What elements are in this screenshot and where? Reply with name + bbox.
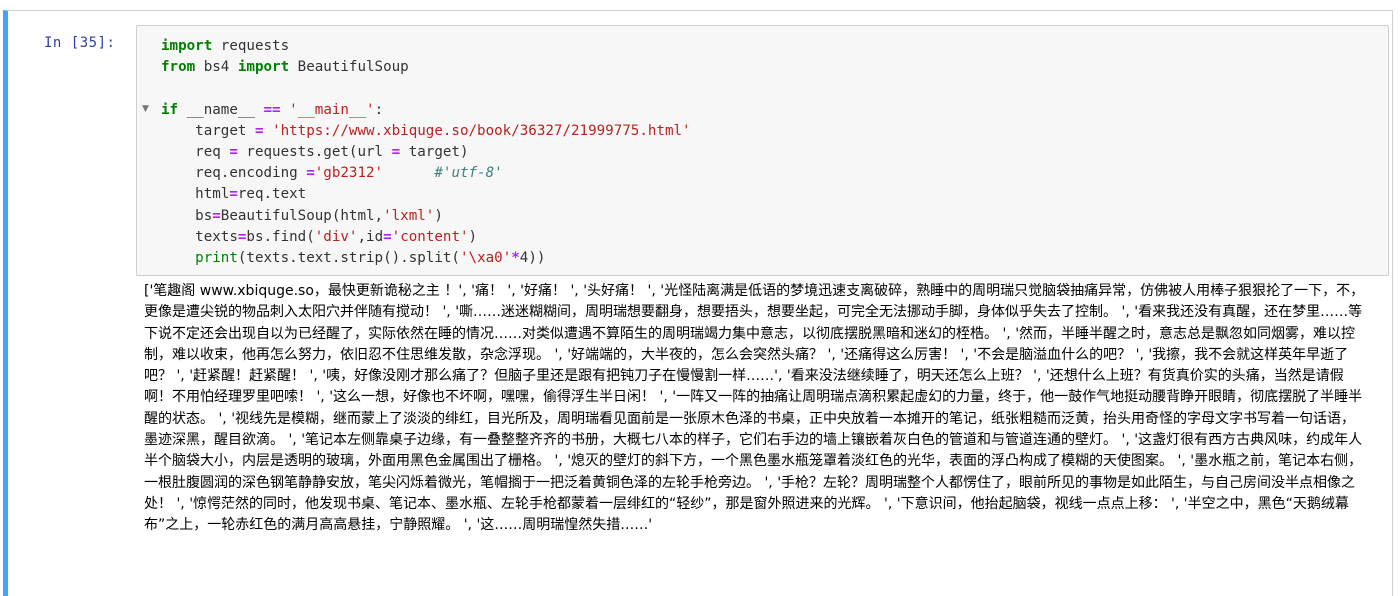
code-line: req = requests.get(url = target): [161, 142, 691, 163]
code-line: req.encoding ='gb2312' #'utf-8': [161, 163, 691, 184]
code-line: texts=bs.find('div',id='content'): [161, 227, 691, 248]
code-token: '\xa0': [459, 249, 512, 266]
code-token: req.encoding: [161, 165, 307, 182]
code-token: ,id: [357, 228, 384, 245]
code-line: html=req.text: [161, 184, 691, 205]
code-token: (texts.text.strip().split(: [237, 249, 460, 266]
cell-output: ['笔趣阁 www.xbiquge.so，最快更新诡秘之主 ！', '痛！ ',…: [144, 283, 1365, 534]
code-editor[interactable]: ▼ import requests from bs4 import Beautif…: [136, 25, 1389, 276]
code-token: req: [161, 143, 230, 160]
code-token: *: [511, 249, 520, 266]
code-token: #'utf-8': [434, 165, 503, 182]
code-token: BeautifulSoup: [289, 59, 409, 76]
code-token: ==: [263, 101, 281, 118]
code-token: __name__: [178, 101, 264, 118]
code-token: requests: [212, 38, 290, 54]
code-line: target = 'https://www.xbiquge.so/book/36…: [161, 121, 691, 142]
code-token: bs: [161, 207, 213, 224]
code-token: 'https://www.xbiquge.so/book/36327/21999…: [272, 122, 691, 139]
code-token: 'div': [314, 228, 358, 245]
input-prompt: In [35]:: [44, 35, 116, 51]
code-token: requests.get(url: [237, 143, 392, 160]
code-token: 'gb2312': [314, 165, 384, 182]
notebook-page: In [35]: ▼ import requests from bs4 impor…: [0, 0, 1400, 596]
code-token: bs4: [195, 59, 238, 76]
code-token: BeautifulSoup(html,: [220, 207, 384, 224]
code-token: =: [306, 165, 315, 182]
code-token: ): [468, 228, 478, 245]
collapse-arrow-icon[interactable]: ▼: [142, 104, 149, 114]
code-token: =: [391, 143, 401, 160]
code-token: texts: [161, 228, 238, 245]
code-token: 'content': [391, 228, 469, 245]
code-token: =: [383, 228, 392, 245]
code-block[interactable]: import requests from bs4 import Beautiful…: [161, 36, 691, 269]
code-token: from: [161, 59, 196, 76]
code-cell[interactable]: In [35]: ▼ import requests from bs4 impor…: [3, 10, 1393, 596]
code-token: '__main__': [289, 101, 375, 118]
code-token: =: [229, 186, 238, 203]
code-token: import: [237, 59, 290, 76]
code-token: target: [161, 122, 255, 139]
code-token: 'lxml': [383, 207, 435, 224]
code-line: print(texts.text.strip().split('\xa0'*4)…: [161, 248, 691, 269]
code-token: :: [374, 101, 384, 118]
code-token: target): [400, 143, 469, 160]
code-token: =: [229, 143, 238, 160]
code-token: import: [161, 38, 213, 54]
code-token: bs.find(: [246, 228, 315, 245]
code-token: html: [161, 186, 230, 203]
code-token: ): [434, 207, 443, 224]
code-token: =: [212, 207, 221, 224]
code-token: req.text: [237, 186, 307, 203]
code-line: import requests: [161, 36, 691, 57]
code-line: bs=BeautifulSoup(html,'lxml'): [161, 206, 691, 227]
code-token: )): [528, 249, 546, 266]
code-token: =: [254, 122, 264, 139]
code-token: print: [195, 249, 238, 266]
code-line: from bs4 import BeautifulSoup: [161, 57, 691, 78]
code-line: if __name__ == '__main__':: [161, 100, 691, 121]
code-token: if: [161, 101, 179, 118]
